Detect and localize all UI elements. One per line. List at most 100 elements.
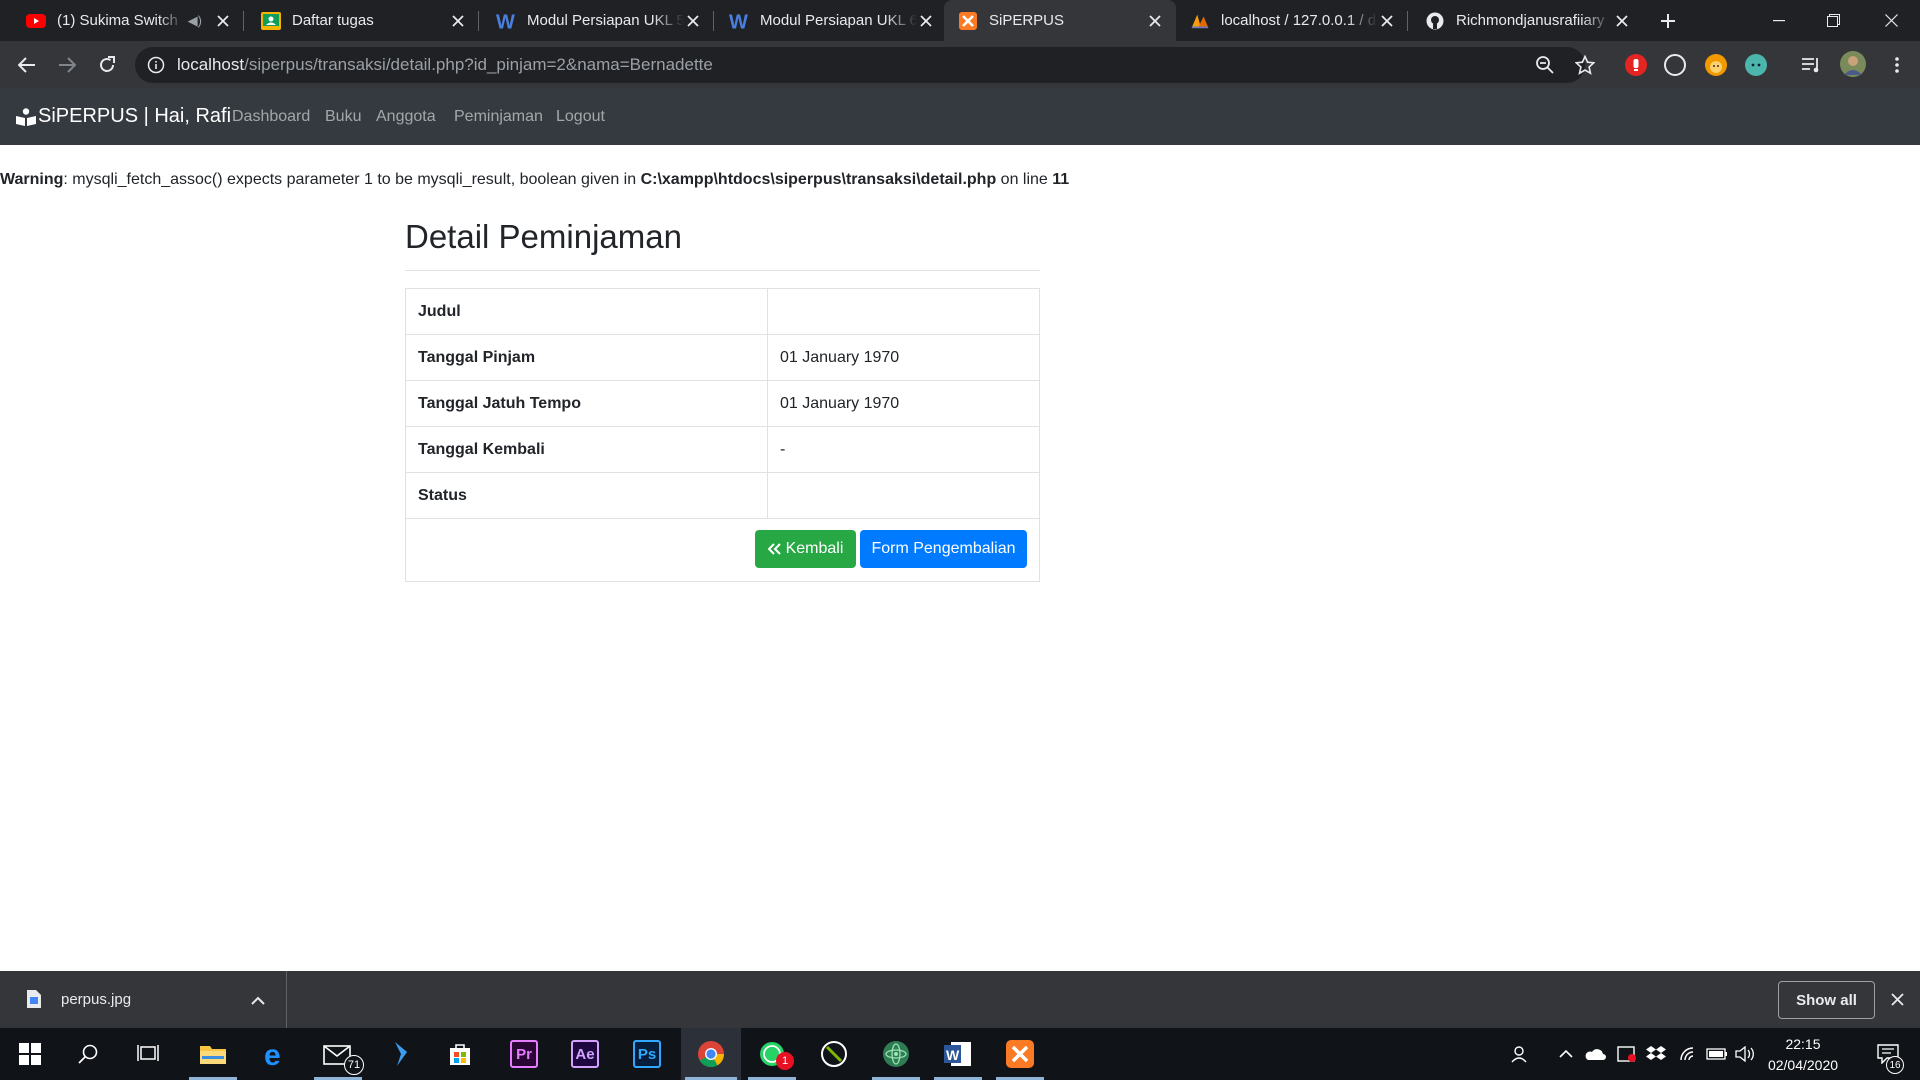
row-value	[768, 473, 1039, 518]
chrome-menu-icon[interactable]	[1882, 50, 1912, 80]
bookmark-star-icon[interactable]	[1574, 54, 1596, 75]
tab-title: Modul Persiapan UKL 6	[760, 12, 917, 29]
chevron-up-icon[interactable]	[1553, 1028, 1579, 1080]
word-icon: W	[944, 1042, 971, 1066]
nav-link-peminjaman[interactable]: Peminjaman	[454, 88, 543, 145]
cat-extension-icon[interactable]	[1745, 54, 1767, 76]
action-center-button[interactable]: 16	[1868, 1028, 1908, 1080]
reload-button[interactable]	[92, 50, 122, 80]
nav-link-buku[interactable]: Buku	[325, 88, 361, 145]
nav-link-anggota[interactable]: Anggota	[376, 88, 436, 145]
antivirus-icon[interactable]	[1614, 1028, 1640, 1080]
download-bar: perpus.jpg Show all	[0, 971, 1920, 1028]
premiere-pro-icon: Pr	[510, 1040, 538, 1068]
media-control-icon[interactable]	[1796, 50, 1826, 80]
svg-text:e: e	[264, 1040, 281, 1068]
chevron-up-icon[interactable]	[251, 993, 265, 1011]
close-tab-icon[interactable]	[1378, 12, 1396, 30]
close-tab-icon[interactable]	[1613, 12, 1631, 30]
row-value	[768, 289, 1039, 334]
warning-label: Warning	[0, 171, 64, 188]
word-button[interactable]: W	[930, 1028, 986, 1080]
clock-date: 02/04/2020	[1767, 1057, 1839, 1073]
dropbox-icon[interactable]	[1643, 1028, 1669, 1080]
battery-icon[interactable]	[1704, 1028, 1730, 1080]
browser-tab-github[interactable]: Richmondjanusrafiiary	[1411, 0, 1643, 41]
url-text[interactable]: localhost/siperpus/transaksi/detail.php?…	[177, 47, 713, 83]
table-row: Tanggal Pinjam 01 January 1970	[406, 335, 1039, 381]
premiere-pro-button[interactable]: Pr	[496, 1028, 552, 1080]
edge-button[interactable]: e	[248, 1028, 304, 1080]
file-explorer-button[interactable]	[185, 1028, 241, 1080]
photoshop-button[interactable]: Ps	[619, 1028, 675, 1080]
phpmyadmin-icon	[1190, 11, 1210, 31]
xampp-icon	[958, 11, 978, 31]
browser-tab-phpmyadmin[interactable]: localhost / 127.0.0.1 / d	[1176, 0, 1408, 41]
cookie-extension-icon[interactable]	[1705, 54, 1727, 76]
profile-avatar[interactable]	[1840, 51, 1866, 77]
browser-toolbar: localhost/siperpus/transaksi/detail.php?…	[0, 41, 1920, 88]
navbar-brand[interactable]: SiPERPUS | Hai, Rafi	[16, 88, 231, 145]
row-value: 01 January 1970	[780, 349, 900, 366]
brand-text: SiPERPUS | Hai, Rafi	[38, 105, 232, 127]
close-tab-icon[interactable]	[449, 12, 467, 30]
close-tab-icon[interactable]	[684, 12, 702, 30]
browser-tab-siperpus[interactable]: SiPERPUS	[944, 0, 1176, 41]
row-label: Tanggal Kembali	[406, 427, 768, 472]
xampp-button[interactable]	[992, 1028, 1048, 1080]
xampp-icon	[1006, 1040, 1034, 1068]
adblock-extension-icon[interactable]	[1625, 54, 1647, 76]
back-button-label: Kembali	[785, 540, 844, 557]
close-window-button[interactable]	[1868, 0, 1914, 41]
warning-line-text: on line	[996, 171, 1053, 188]
return-form-button[interactable]: Form Pengembalian	[860, 530, 1027, 568]
restore-button[interactable]	[1810, 0, 1856, 41]
site-info-icon[interactable]	[147, 56, 165, 74]
forward-button[interactable]	[52, 50, 82, 80]
table-row: Judul	[406, 289, 1039, 335]
address-bar[interactable]: localhost/siperpus/transaksi/detail.php?…	[135, 47, 1596, 83]
close-tab-icon[interactable]	[1146, 12, 1164, 30]
speaker-icon[interactable]: ◀)	[188, 13, 202, 29]
after-effects-button[interactable]: Ae	[557, 1028, 613, 1080]
minimize-button[interactable]	[1756, 0, 1802, 41]
word-online-icon: W	[496, 11, 516, 31]
divider	[405, 270, 1040, 271]
nav-link-logout[interactable]: Logout	[556, 88, 605, 145]
wifi-icon[interactable]	[1676, 1028, 1702, 1080]
show-all-button[interactable]: Show all	[1778, 981, 1875, 1019]
browser-tab-modul-5[interactable]: W Modul Persiapan UKL 5	[482, 0, 714, 41]
return-form-label: Form Pengembalian	[871, 540, 1016, 557]
visual-studio-button[interactable]	[372, 1028, 428, 1080]
close-download-bar-icon[interactable]	[1891, 993, 1904, 1011]
task-view-button[interactable]	[120, 1028, 176, 1080]
nav-link-dashboard[interactable]: Dashboard	[232, 88, 310, 145]
close-tab-icon[interactable]	[917, 12, 935, 30]
row-label: Tanggal Jatuh Tempo	[406, 381, 768, 426]
browser-tab-youtube[interactable]: (1) Sukima Switch - ◀)	[12, 0, 244, 41]
system-clock[interactable]: 22:15 02/04/2020	[1764, 1034, 1842, 1076]
browser-tab-modul-6[interactable]: W Modul Persiapan UKL 6	[715, 0, 947, 41]
back-button-kembali[interactable]: Kembali	[755, 530, 856, 568]
store-button[interactable]	[432, 1028, 488, 1080]
whatsapp-button[interactable]: 1	[744, 1028, 800, 1080]
browser-tab-daftar-tugas[interactable]: Daftar tugas	[247, 0, 479, 41]
download-item[interactable]: perpus.jpg	[0, 971, 287, 1028]
back-button[interactable]	[12, 50, 42, 80]
xbox-button[interactable]	[806, 1028, 862, 1080]
search-button[interactable]	[60, 1028, 116, 1080]
tab-manager-extension-icon[interactable]	[1664, 54, 1686, 76]
github-icon	[1425, 11, 1445, 31]
close-tab-icon[interactable]	[214, 12, 232, 30]
zoom-icon[interactable]	[1535, 55, 1555, 75]
start-button[interactable]	[2, 1028, 58, 1080]
people-icon[interactable]	[1508, 1028, 1534, 1080]
atom-button[interactable]	[868, 1028, 924, 1080]
volume-icon[interactable]	[1732, 1028, 1758, 1080]
onedrive-icon[interactable]	[1582, 1028, 1608, 1080]
new-tab-button[interactable]	[1654, 7, 1682, 35]
chrome-button[interactable]	[681, 1028, 741, 1080]
task-view-icon	[137, 1045, 159, 1061]
browser-tab-strip: (1) Sukima Switch - ◀) Daftar tugas W Mo…	[0, 0, 1920, 41]
mail-button[interactable]: 71	[310, 1028, 366, 1080]
